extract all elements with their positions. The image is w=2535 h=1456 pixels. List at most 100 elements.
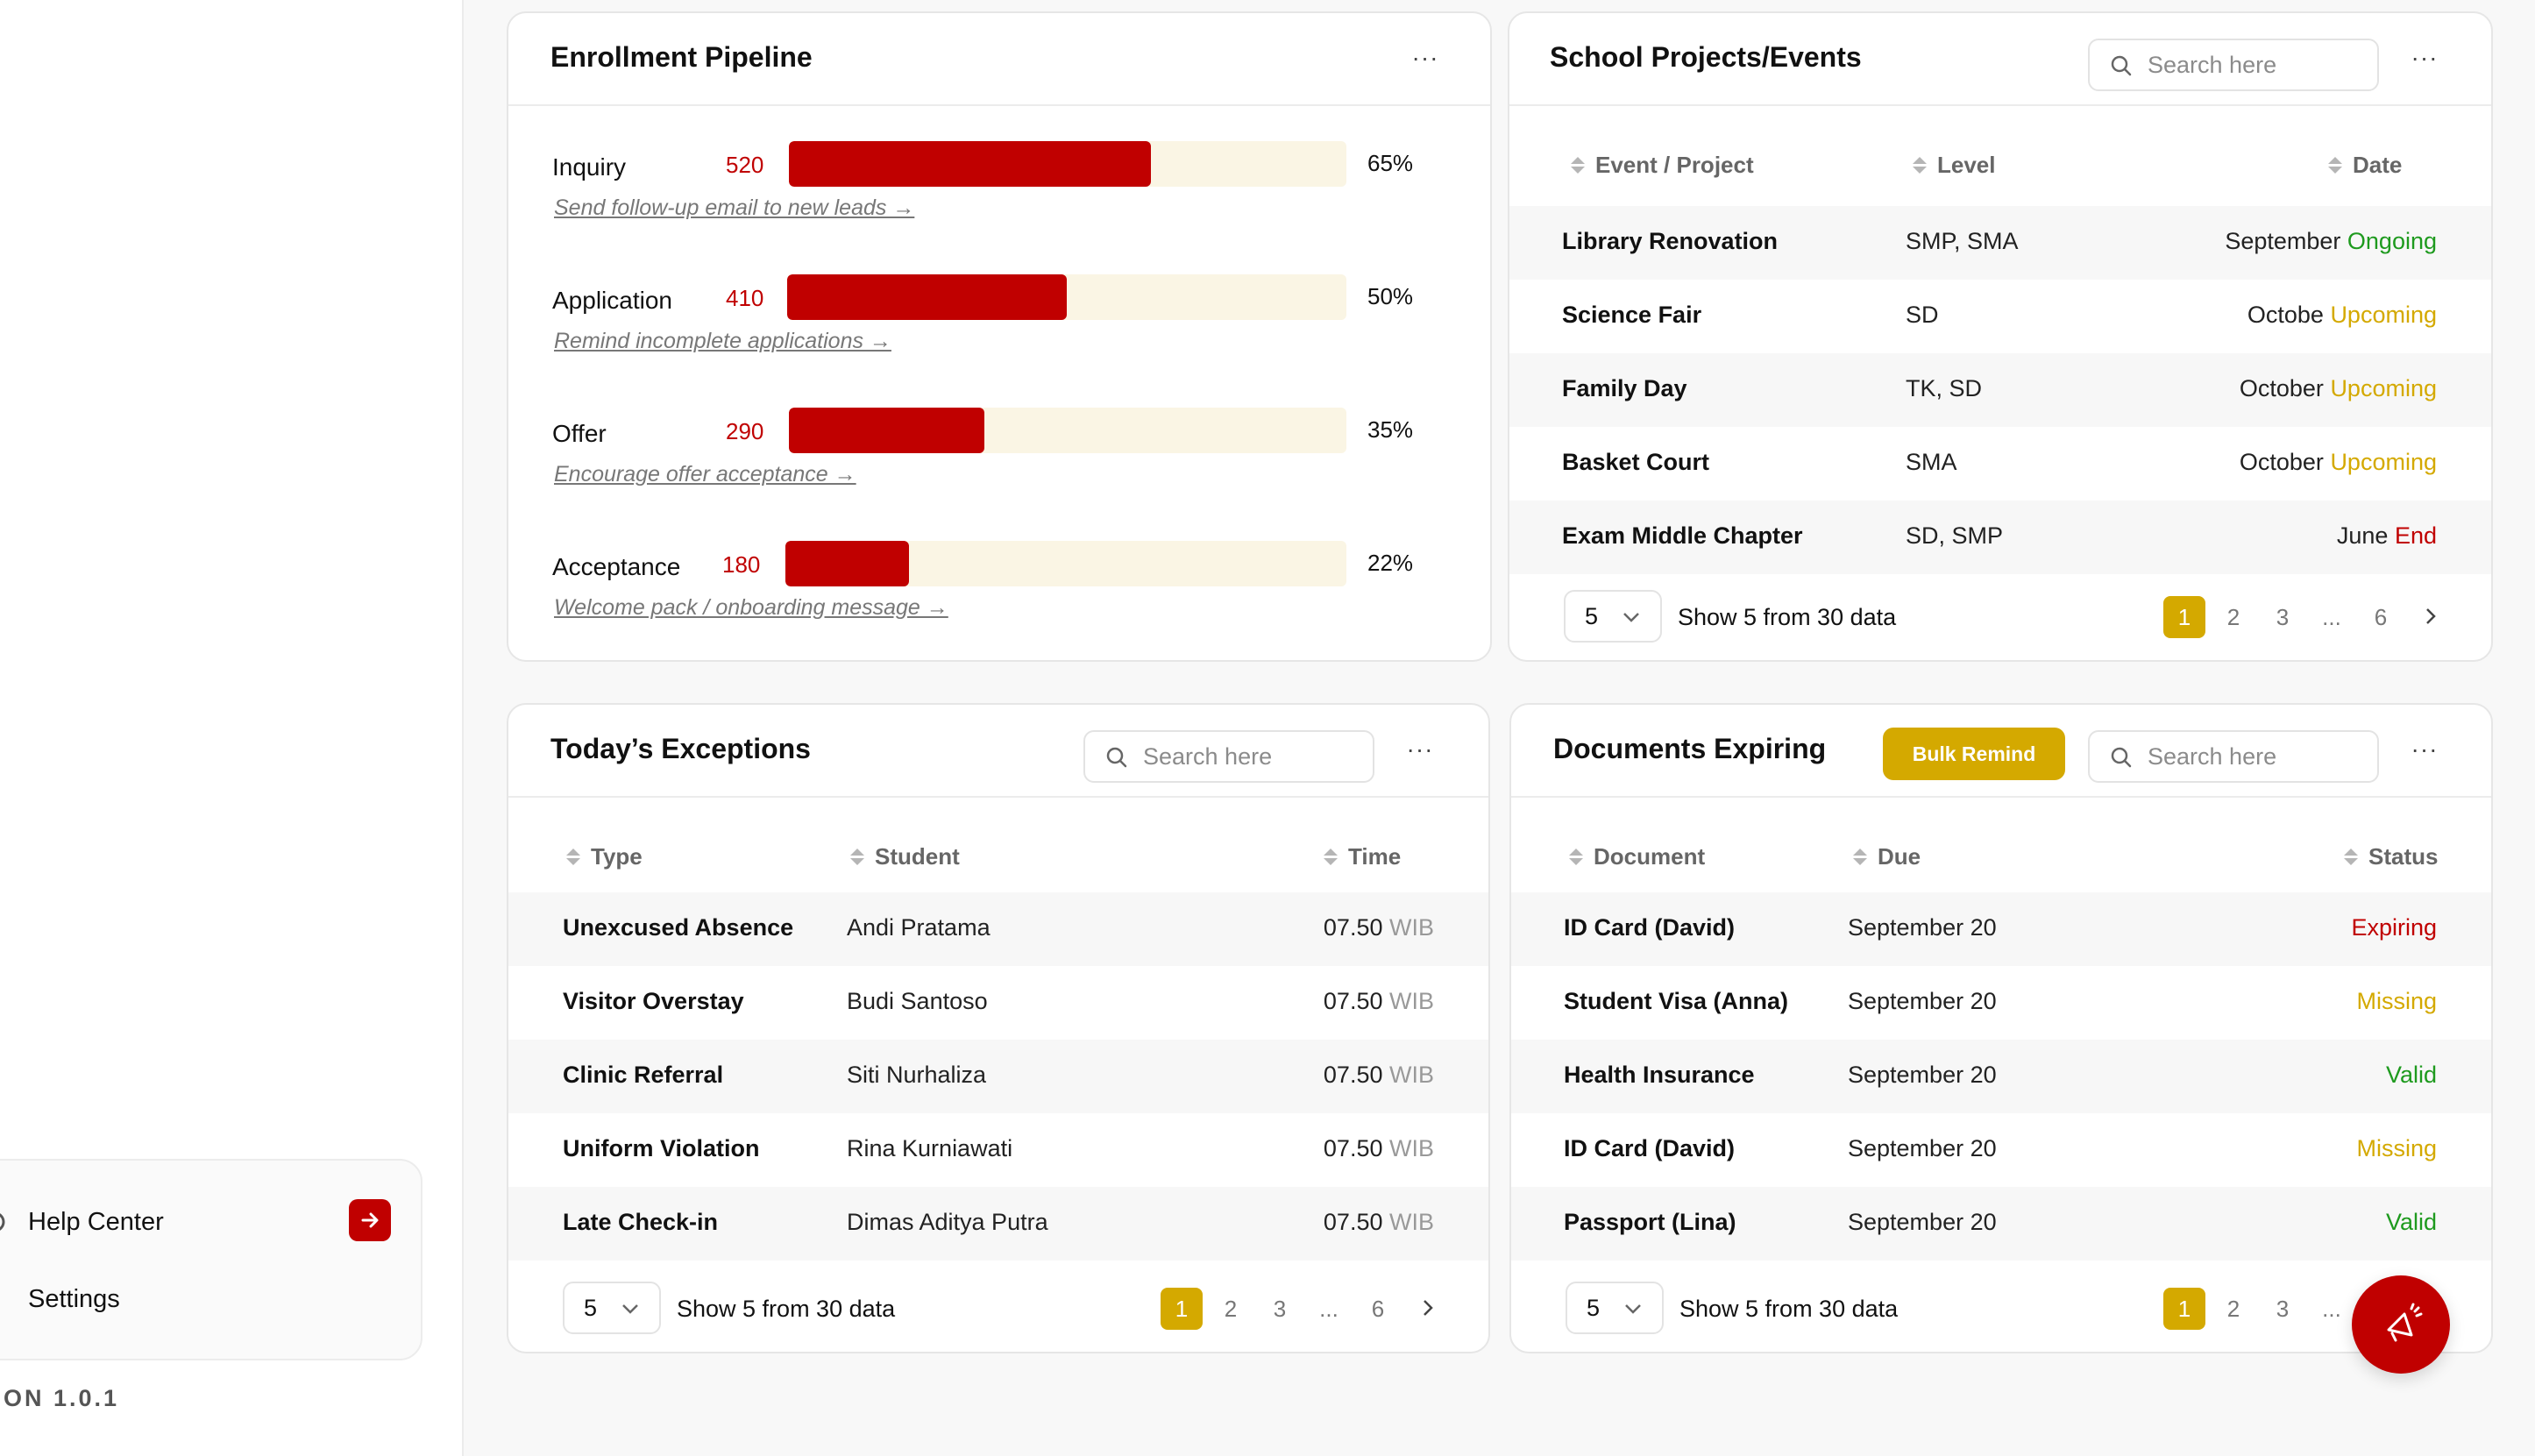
table-row[interactable]: ID Card (David) September 20 Missing	[1511, 1113, 2491, 1187]
stage-action-link[interactable]: Remind incomplete applications →	[554, 329, 891, 354]
more-options-button[interactable]: ···	[1402, 735, 1438, 763]
event-month: October	[2239, 449, 2324, 475]
more-options-button[interactable]: ···	[1408, 44, 1443, 71]
card-header: Enrollment Pipeline ···	[508, 13, 1490, 106]
event-name: Exam Middle Chapter	[1562, 522, 1803, 549]
page-size-select[interactable]: 5	[1564, 590, 1662, 643]
stage-progress-fill	[785, 541, 909, 586]
table-row[interactable]: ID Card (David) September 20 Expiring	[1511, 892, 2491, 966]
table-row[interactable]: Science Fair SD Octobe Upcoming	[1509, 280, 2491, 353]
document-name: Student Visa (Anna)	[1564, 988, 1789, 1014]
table-row[interactable]: Clinic Referral Siti Nurhaliza 07.50 WIB	[508, 1040, 1488, 1113]
column-header-due[interactable]: Due	[1853, 843, 1921, 870]
page-button[interactable]: 2	[2212, 596, 2255, 638]
page-ellipsis: ...	[2322, 1295, 2341, 1322]
page-button[interactable]: 3	[1259, 1288, 1301, 1330]
student-name: Andi Pratama	[847, 914, 991, 941]
table-row[interactable]: Late Check-in Dimas Aditya Putra 07.50 WIB	[508, 1187, 1488, 1261]
time-value: 07.50	[1323, 988, 1383, 1014]
event-name: Family Day	[1562, 375, 1687, 401]
exception-time: 07.50 WIB	[1324, 988, 1434, 1015]
exception-type: Unexcused Absence	[563, 914, 794, 941]
search-input[interactable]: Search here	[2088, 730, 2379, 783]
table-row[interactable]: Exam Middle Chapter SD, SMP June End	[1509, 501, 2491, 574]
column-header-date[interactable]: Date	[2328, 152, 2402, 179]
page-button[interactable]: 2	[1210, 1288, 1252, 1330]
bulk-remind-button[interactable]: Bulk Remind	[1883, 728, 2065, 780]
sidebar: Help Center Settings ON 1.0.1	[0, 0, 464, 1456]
search-icon	[2111, 747, 2132, 768]
help-center-arrow-button[interactable]	[349, 1199, 391, 1241]
search-input[interactable]: Search here	[1083, 730, 1374, 783]
sort-icon	[850, 849, 864, 865]
table-row[interactable]: Student Visa (Anna) September 20 Missing	[1511, 966, 2491, 1040]
column-header-level[interactable]: Level	[1913, 152, 1996, 179]
search-input[interactable]: Search here	[2088, 39, 2379, 91]
sort-icon	[2328, 157, 2342, 174]
exception-type: Uniform Violation	[563, 1135, 760, 1161]
document-due: September 20	[1848, 1209, 1997, 1235]
search-placeholder: Search here	[2148, 51, 2277, 78]
table-row[interactable]: Basket Court SMA October Upcoming	[1509, 427, 2491, 501]
exception-type: Clinic Referral	[563, 1062, 724, 1088]
page-ellipsis: ...	[1319, 1295, 1339, 1322]
chevron-down-icon	[1625, 1304, 1641, 1314]
table-row[interactable]: Uniform Violation Rina Kurniawati 07.50 WI…	[508, 1113, 1488, 1187]
page-size-select[interactable]: 5	[1566, 1282, 1664, 1334]
table-row[interactable]: Unexcused Absence Andi Pratama 07.50 WIB	[508, 892, 1488, 966]
chevron-right-icon	[1424, 1300, 1433, 1316]
column-header-time[interactable]: Time	[1324, 843, 1401, 870]
event-status: End	[2394, 522, 2437, 549]
column-header-document[interactable]: Document	[1569, 843, 1705, 870]
card-title: Enrollment Pipeline	[550, 41, 813, 73]
announcement-fab[interactable]	[2352, 1275, 2450, 1374]
page-button[interactable]: 3	[2262, 596, 2304, 638]
next-page-button[interactable]	[1415, 1295, 1441, 1321]
column-header-status[interactable]: Status	[2344, 843, 2438, 870]
document-name: Passport (Lina)	[1564, 1209, 1736, 1235]
exception-time: 07.50 WIB	[1324, 1062, 1434, 1089]
more-options-button[interactable]: ···	[2407, 44, 2442, 71]
stage-action-link[interactable]: Encourage offer acceptance →	[554, 462, 856, 487]
page-size-select[interactable]: 5	[563, 1282, 661, 1334]
document-status: Expiring	[2351, 914, 2437, 941]
column-header-event[interactable]: Event / Project	[1571, 152, 1754, 179]
page-button[interactable]: 1	[2163, 1288, 2205, 1330]
pager-summary: Show 5 from 30 data	[1678, 604, 1897, 630]
table-row[interactable]: Passport (Lina) September 20 Valid	[1511, 1187, 2491, 1261]
sidebar-item-help-center[interactable]: Help Center	[0, 1196, 403, 1248]
page-button[interactable]: 2	[2212, 1288, 2255, 1330]
table-row[interactable]: Visitor Overstay Budi Santoso 07.50 WIB	[508, 966, 1488, 1040]
event-status: Upcoming	[2330, 375, 2437, 401]
column-header-student[interactable]: Student	[850, 843, 960, 870]
stage-action-link[interactable]: Welcome pack / onboarding message →	[554, 595, 948, 621]
table-row[interactable]: Family Day TK, SD October Upcoming	[1509, 353, 2491, 427]
document-name: ID Card (David)	[1564, 914, 1736, 941]
stage-count: 520	[726, 152, 764, 178]
column-header-type[interactable]: Type	[566, 843, 643, 870]
event-name: Library Renovation	[1562, 228, 1779, 254]
page-button[interactable]: 1	[2163, 596, 2205, 638]
sidebar-item-settings[interactable]: Settings	[0, 1273, 403, 1325]
next-page-button[interactable]	[2418, 603, 2444, 629]
page-button[interactable]: 3	[2262, 1288, 2304, 1330]
arrow-right-icon	[361, 1212, 379, 1228]
search-placeholder: Search here	[1143, 742, 1273, 770]
table-row[interactable]: Health Insurance September 20 Valid	[1511, 1040, 2491, 1113]
event-name: Science Fair	[1562, 302, 1702, 328]
stage-progress-fill	[789, 141, 1152, 187]
stage-percent: 22%	[1367, 550, 1414, 576]
app-version: ON 1.0.1	[4, 1385, 120, 1411]
page-button[interactable]: 1	[1161, 1288, 1203, 1330]
stage-percent: 50%	[1367, 283, 1414, 309]
event-level: SMA	[1906, 449, 1957, 475]
stage-action-link[interactable]: Send follow-up email to new leads →	[554, 195, 914, 221]
page-button[interactable]: 6	[1357, 1288, 1399, 1330]
table-row[interactable]: Library Renovation SMP, SMA September Ongo…	[1509, 206, 2491, 280]
stage-label: Inquiry	[552, 153, 627, 181]
page-button[interactable]: 6	[2360, 596, 2402, 638]
stage-count: 410	[726, 285, 764, 311]
more-options-button[interactable]: ···	[2407, 735, 2442, 763]
event-month: September	[2225, 228, 2341, 254]
documents-expiring-card: Documents Expiring Bulk Remind Search he…	[1509, 703, 2493, 1353]
